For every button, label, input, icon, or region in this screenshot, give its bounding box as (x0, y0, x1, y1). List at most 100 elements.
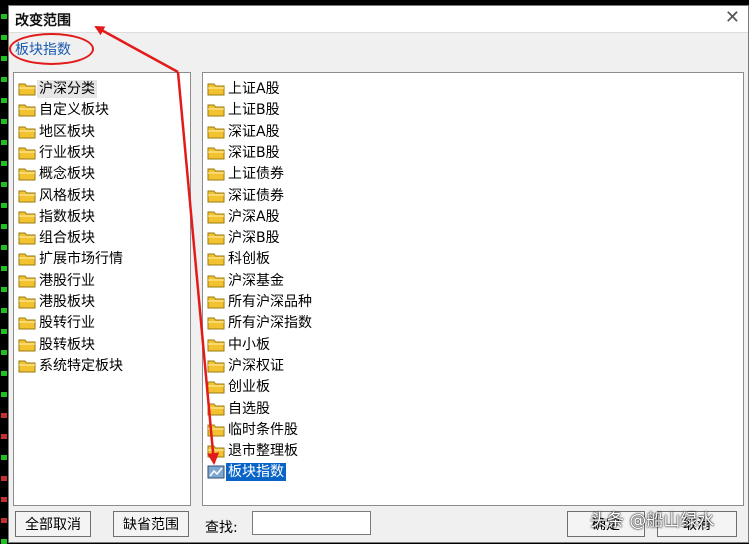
folder-icon (18, 317, 36, 330)
folder-icon (18, 126, 36, 139)
folder-icon (207, 190, 225, 202)
folder-icon (18, 296, 36, 309)
watermark: 头条 @船山绿水 (590, 511, 715, 531)
list-item[interactable]: 港股行业 (18, 271, 97, 291)
background-tick (1, 350, 7, 355)
list-item-label: 退市整理板 (228, 443, 298, 460)
folder-icon (207, 275, 225, 288)
list-item-label: 上证B股 (228, 102, 280, 119)
folder-icon (18, 190, 36, 202)
list-item-label: 风格板块 (39, 187, 95, 204)
folder-icon (207, 360, 225, 373)
background-tick (1, 35, 7, 40)
list-item[interactable]: 沪深权证 (207, 356, 286, 376)
window-title: 改变范围 (15, 13, 71, 29)
list-item[interactable]: 科创板 (207, 249, 272, 269)
list-item[interactable]: 股转板块 (18, 335, 97, 355)
list-item[interactable]: 地区板块 (18, 122, 97, 142)
folder-icon (18, 360, 36, 373)
list-item[interactable]: 沪深B股 (207, 228, 282, 248)
list-item-label: 板块指数 (226, 463, 286, 482)
folder-icon (18, 104, 36, 117)
list-item-label: 自定义板块 (39, 102, 109, 119)
background-tick (1, 161, 7, 166)
list-item[interactable]: 沪深A股 (207, 207, 282, 227)
folder-icon (18, 253, 36, 266)
list-item-label: 中小板 (228, 336, 270, 353)
background-tick (1, 539, 7, 544)
list-item[interactable]: 上证B股 (207, 100, 282, 120)
list-item-label: 指数板块 (39, 208, 95, 225)
list-item[interactable]: 上证A股 (207, 79, 282, 99)
background-tick (1, 413, 7, 418)
list-item-label: 科创板 (228, 251, 270, 268)
background-tick (1, 56, 7, 61)
list-item[interactable]: 自选股 (207, 399, 272, 419)
category-tree[interactable]: 沪深分类自定义板块地区板块行业板块概念板块风格板块指数板块组合板块扩展市场行情港… (13, 72, 191, 506)
folder-icon (18, 147, 36, 160)
background-tick (1, 455, 7, 460)
list-item-label: 深证A股 (228, 123, 280, 140)
sector-list[interactable]: 上证A股上证B股深证A股深证B股 上证债券 深证债券 沪深A股 沪深B股科创板沪深基金所… (202, 72, 744, 506)
folder-icon (207, 317, 225, 330)
list-item[interactable]: 指数板块 (18, 207, 97, 227)
list-item[interactable]: 上证债券 (207, 164, 286, 184)
cancel-all-button[interactable]: 全部取消 (15, 511, 91, 537)
list-item-label: 所有沪深品种 (228, 294, 312, 310)
list-item[interactable]: 临时条件股 (207, 420, 300, 440)
list-item-label: 行业板块 (39, 144, 95, 161)
list-item[interactable]: 沪深分类 (18, 79, 97, 99)
list-item[interactable]: 股转行业 (18, 313, 97, 333)
background-tick (1, 287, 7, 292)
folder-icon (18, 232, 36, 245)
background-tick (1, 476, 7, 481)
annotation-ellipse (9, 33, 94, 65)
list-item[interactable]: 退市整理板 (207, 441, 300, 461)
list-item[interactable]: 深证A股 (207, 122, 282, 142)
folder-icon (207, 168, 225, 181)
list-item[interactable]: 概念板块 (18, 164, 97, 184)
list-item[interactable]: 深证B股 (207, 143, 282, 163)
folder-icon (18, 339, 36, 352)
title-bar[interactable]: 改变范围 ✕ (9, 6, 748, 33)
list-item-label: 概念板块 (39, 166, 95, 183)
list-item-label: 临时条件股 (228, 421, 298, 438)
list-item[interactable]: 所有沪深指数 (207, 313, 314, 333)
folder-icon (18, 275, 36, 288)
list-item[interactable]: 板块指数 (207, 462, 286, 482)
background-tick (1, 392, 7, 397)
background-tick (1, 98, 7, 103)
background-tick (1, 308, 7, 313)
list-item[interactable]: 行业板块 (18, 143, 97, 163)
list-item-label: 股转板块 (39, 336, 95, 353)
folder-icon (207, 104, 225, 117)
background-tick (1, 203, 7, 208)
background-tick (1, 140, 7, 145)
folder-icon (207, 126, 225, 139)
folder-icon (207, 403, 225, 415)
folder-icon (207, 232, 225, 245)
folder-icon (207, 147, 225, 160)
list-item[interactable]: 所有沪深品种 (207, 292, 314, 312)
search-input[interactable] (252, 511, 371, 535)
list-item[interactable]: 扩展市场行情 (18, 249, 125, 269)
background-tick (1, 119, 7, 124)
background-tick (1, 329, 7, 334)
list-item-label: 股转行业 (39, 315, 95, 332)
background-tick (1, 245, 7, 250)
close-icon[interactable]: ✕ (725, 8, 740, 28)
default-range-button[interactable]: 缺省范围 (113, 511, 189, 537)
list-item[interactable]: 港股板块 (18, 292, 97, 312)
list-item-label: 组合板块 (39, 230, 95, 247)
list-item[interactable]: 组合板块 (18, 228, 97, 248)
list-item[interactable]: 深证债券 (207, 186, 286, 206)
list-item[interactable]: 创业板 (207, 377, 272, 397)
folder-icon (207, 83, 225, 96)
background-tick (1, 14, 7, 19)
background-tick (1, 371, 7, 376)
list-item[interactable]: 沪深基金 (207, 271, 286, 291)
list-item[interactable]: 自定义板块 (18, 100, 111, 120)
list-item[interactable]: 风格板块 (18, 186, 97, 206)
list-item[interactable]: 中小板 (207, 335, 272, 355)
list-item[interactable]: 系统特定板块 (18, 356, 125, 376)
